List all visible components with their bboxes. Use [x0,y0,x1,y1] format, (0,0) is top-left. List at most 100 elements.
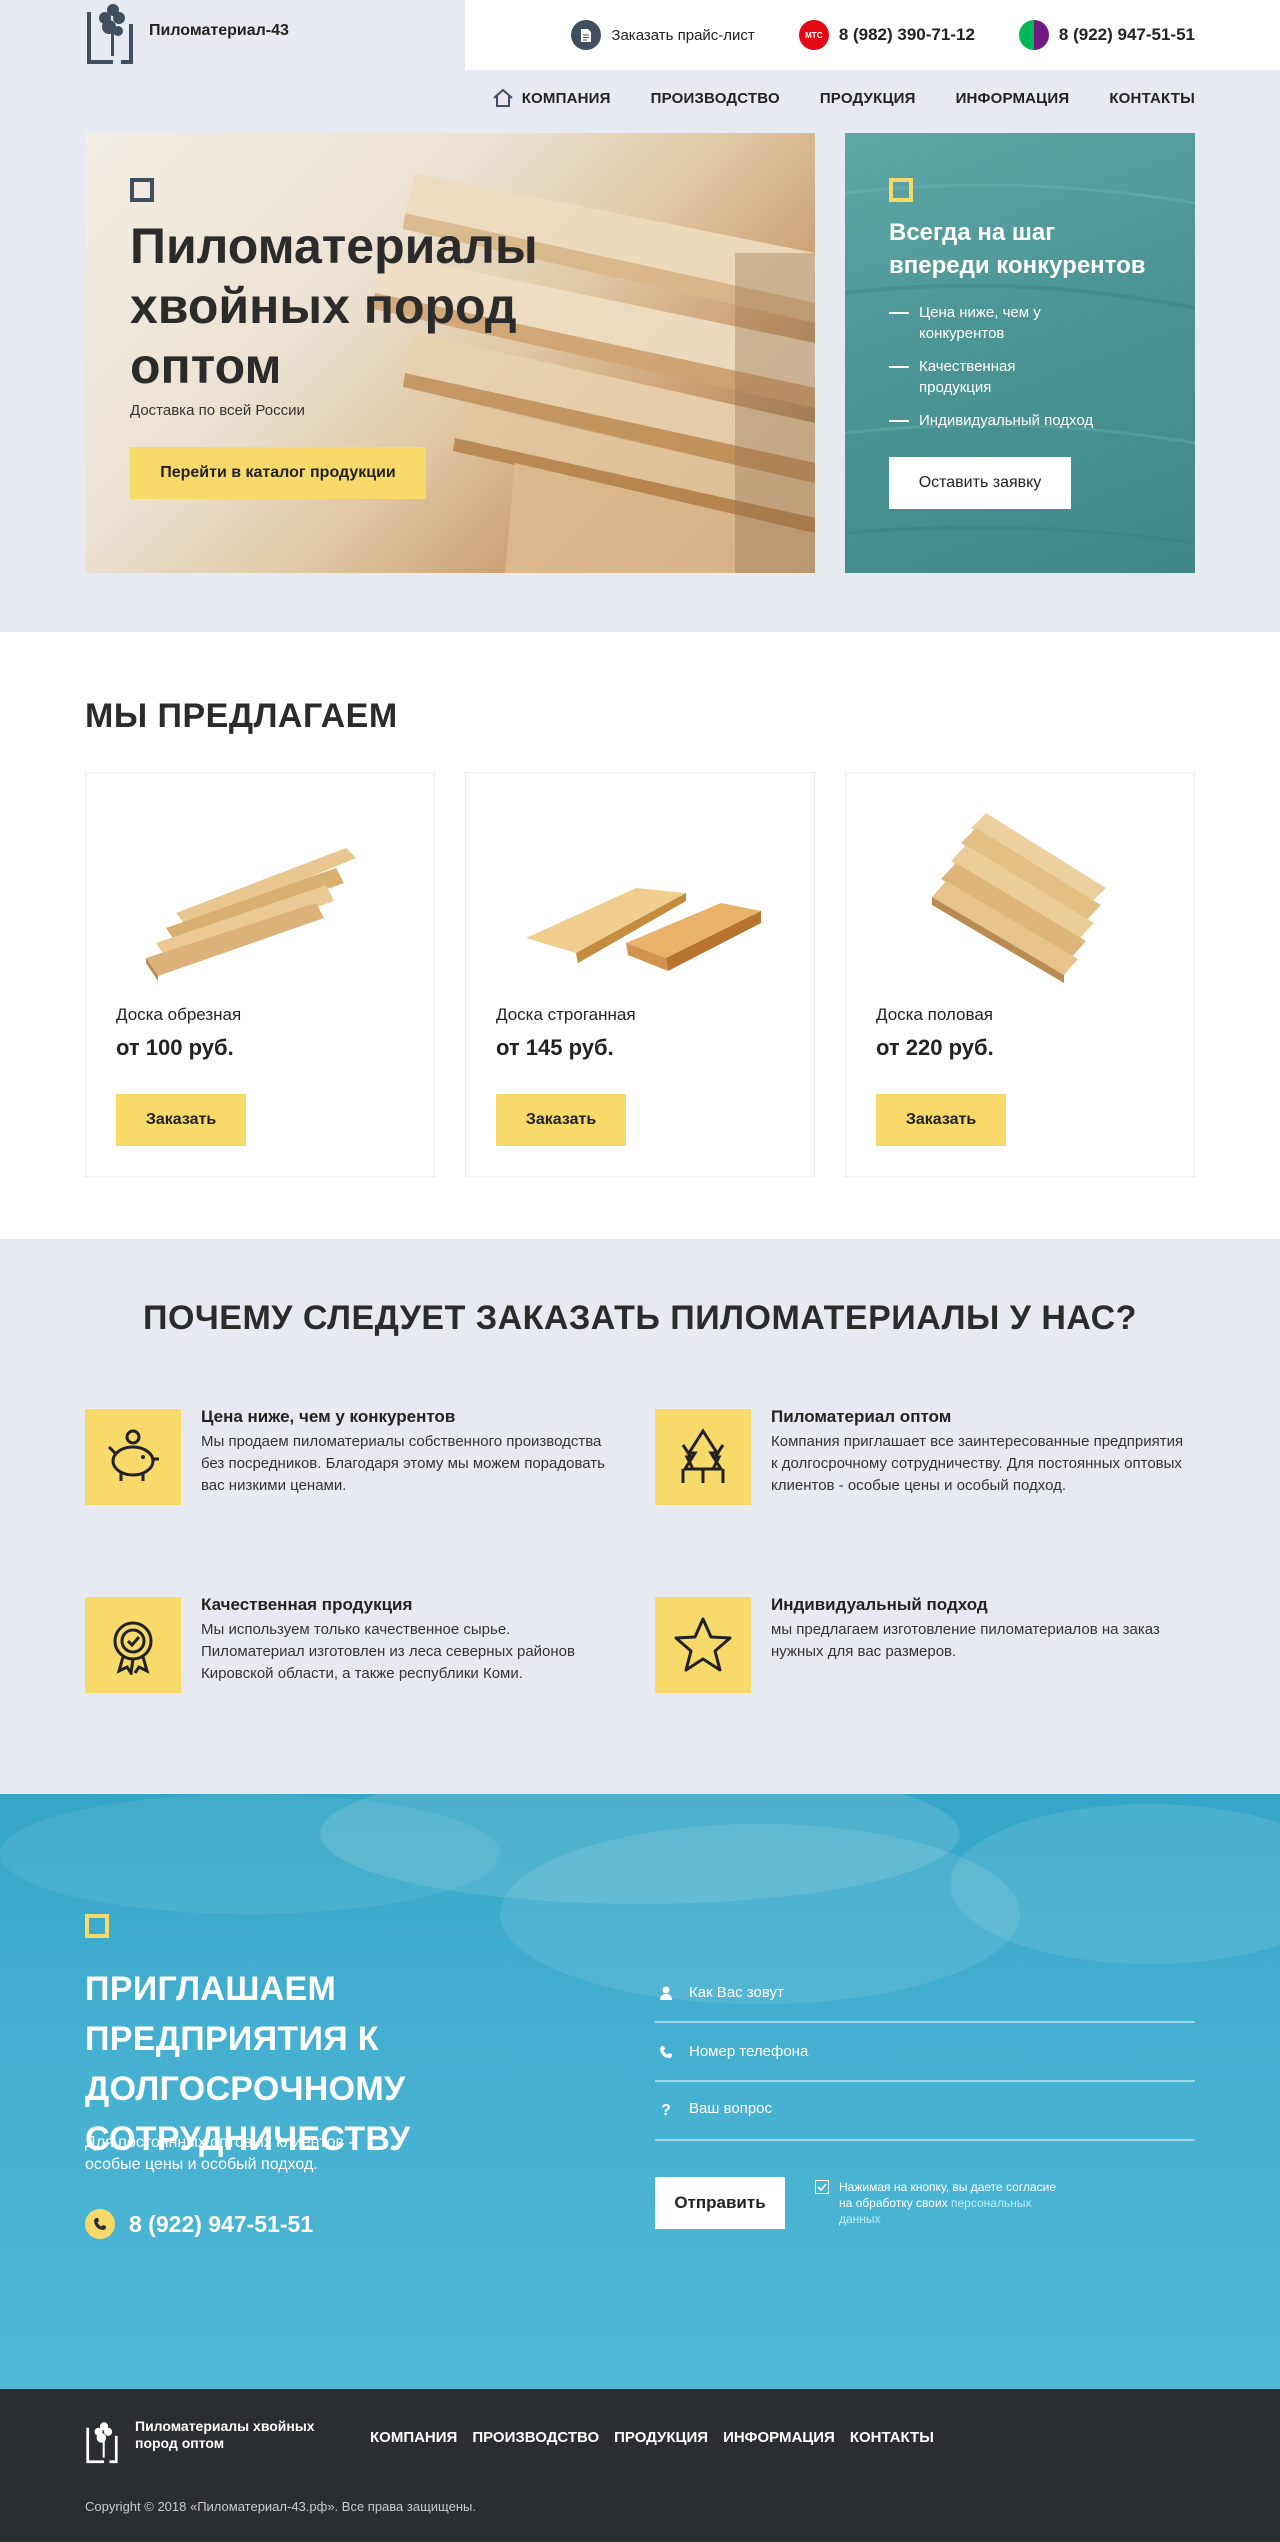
cooperation-phone-link[interactable]: 8 (922) 947-51-51 [85,2209,313,2239]
feature-text: Мы продаем пиломатериалы собственного пр… [201,1433,605,1494]
feature-body: Пиломатериал оптом Компания приглашает в… [771,1407,1185,1505]
tree-logo-icon [86,2422,118,2464]
edged-board-image [146,848,356,981]
document-icon [571,20,602,50]
nav-item-company[interactable]: КОМПАНИЯ [492,88,611,108]
submit-button[interactable]: Отправить [655,2177,785,2229]
advantages-list: Цена ниже, чем у конкурентов Качественна… [889,302,1149,431]
product-name: Доска половая [876,1005,993,1024]
feature-item: Пиломатериал оптом Компания приглашает в… [655,1407,1185,1505]
top-contacts: Заказать прайс-лист МТС 8 (982) 390-71-1… [527,20,1195,50]
list-item: Качественная продукция [889,356,1149,398]
site-logo[interactable]: Пиломатериал-43 [85,2,289,64]
advantage-text: Индивидуальный подход [919,412,1094,429]
footer-logo-text: Пиломатериалы хвойных пород оптом [135,2418,315,2451]
submit-row: Отправить Нажимая на кнопку, вы даете со… [655,2177,1195,2229]
feature-title: Цена ниже, чем у конкурентов [201,1407,456,1426]
footer-nav-contacts[interactable]: КОНТАКТЫ [850,2429,934,2446]
star-icon [655,1597,751,1693]
list-item: Индивидуальный подход [889,410,1149,431]
product-name: Доска обрезная [116,1005,242,1024]
name-input[interactable] [689,1984,1195,2001]
feature-body: Индивидуальный подход мы предлагаем изго… [771,1595,1185,1693]
floor-board-image [932,813,1106,983]
why-us-section: ПОЧЕМУ СЛЕДУЕТ ЗАКАЗАТЬ ПИЛОМАТЕРИАЛЫ У … [0,1239,1280,1794]
footer-nav: КОМПАНИЯ ПРОИЗВОДСТВО ПРОДУКЦИЯ ИНФОРМАЦ… [370,2429,949,2446]
why-us-title: ПОЧЕМУ СЛЕДУЕТ ЗАКАЗАТЬ ПИЛОМАТЕРИАЛЫ У … [143,1299,1137,1337]
top-band: Пиломатериал-43 Заказать прайс-лист МТС … [0,0,1280,632]
phone-megafon-link[interactable]: 8 (922) 947-51-51 [1018,20,1195,50]
footer-nav-company[interactable]: КОМПАНИЯ [370,2429,457,2446]
product-card[interactable]: Доска строганная от 145 руб. Заказать [465,772,815,1177]
name-field-row [655,1964,1195,2023]
feature-body: Цена ниже, чем у конкурентов Мы продаем … [201,1407,615,1505]
feature-item: Цена ниже, чем у конкурентов Мы продаем … [85,1407,615,1505]
phone-megafon: 8 (922) 947-51-51 [1058,25,1195,44]
hero-content: Пиломатериалы хвойных пород оптом Достав… [130,178,550,499]
question-textarea[interactable] [689,2099,1195,2122]
footer-nav-information[interactable]: ИНФОРМАЦИЯ [723,2429,835,2446]
consent-checkbox-label[interactable]: Нажимая на кнопку, вы даете согласие на … [815,2179,1069,2227]
product-card[interactable]: Доска половая от 220 руб. Заказать [845,772,1195,1177]
order-button[interactable]: Заказать [496,1094,626,1146]
request-form: ? Отправить Нажимая на кнопку, вы даете … [655,1964,1195,2229]
quality-badge-icon [85,1597,181,1693]
home-icon [493,88,513,107]
products-section: МЫ ПРЕДЛАГАЕМ Доска обрезная от 100 руб.… [0,632,1280,1239]
decor-square [889,178,913,202]
hero-title: Пиломатериалы хвойных пород оптом [130,218,538,394]
cooperation-phone: 8 (922) 947-51-51 [129,2210,314,2237]
planed-board-image [526,888,761,971]
feature-title: Пиломатериал оптом [771,1407,952,1426]
hero-subtitle: Доставка по всей России [130,402,305,419]
product-name: Доска строганная [496,1005,636,1024]
tree-logo-icon [87,4,133,64]
product-price: от 220 руб. [876,1035,994,1060]
catalog-button[interactable]: Перейти в каталог продукции [130,447,426,499]
phone-field-row [655,2023,1195,2082]
nav-item-information[interactable]: ИНФОРМАЦИЯ [956,90,1070,107]
piggy-bank-icon [85,1409,181,1505]
advantages-panel: Всегда на шаг впереди конкурентов Цена н… [845,133,1195,573]
footer-nav-production[interactable]: ПРОИЗВОДСТВО [472,2429,599,2446]
footer-nav-products[interactable]: ПРОДУКЦИЯ [614,2429,708,2446]
product-price: от 100 руб. [116,1035,234,1060]
megafon-logo-icon [1018,20,1049,50]
advantages-content: Всегда на шаг впереди конкурентов Цена н… [889,178,1149,509]
mts-logo-icon: МТС [798,20,829,50]
product-cards: Доска обрезная от 100 руб. Заказать Доск… [85,772,1195,1177]
logo-text: Пиломатериал-43 [149,22,289,39]
nav-item-label: КОМПАНИЯ [521,89,611,107]
feature-item: Индивидуальный подход мы предлагаем изго… [655,1595,1185,1693]
feature-text: Компания приглашает все заинтересованные… [771,1433,1184,1494]
phone-mts: 8 (982) 390-71-12 [838,25,975,44]
product-card[interactable]: Доска обрезная от 100 руб. Заказать [85,772,435,1177]
hero-banner: Пиломатериалы хвойных пород оптом Достав… [85,133,815,573]
phone-icon [85,2209,115,2239]
order-button[interactable]: Заказать [116,1094,246,1146]
main-nav: КОМПАНИЯ ПРОИЗВОДСТВО ПРОДУКЦИЯ ИНФОРМАЦ… [492,88,1195,108]
product-price: от 145 руб. [496,1035,614,1060]
consent-text-wrap: Нажимая на кнопку, вы даете согласие на … [839,2179,1069,2227]
copyright: Copyright © 2018 «Пиломатериал-43.рф». В… [85,2499,476,2514]
user-icon [655,1986,677,2000]
phone-input[interactable] [689,2043,1195,2060]
advantage-text: Качественная продукция [919,358,1016,396]
feature-body: Качественная продукция Мы используем тол… [201,1595,615,1693]
order-button[interactable]: Заказать [876,1094,1006,1146]
feature-title: Индивидуальный подход [771,1595,988,1614]
question-mark-icon: ? [661,2101,671,2119]
footer: Пиломатериалы хвойных пород оптом КОМПАН… [0,2389,1280,2542]
price-list-link[interactable]: Заказать прайс-лист [571,20,755,50]
consent-checkbox[interactable] [815,2180,829,2194]
nav-item-products[interactable]: ПРОДУКЦИЯ [820,90,916,107]
decor-square [130,178,154,202]
footer-logo[interactable]: Пиломатериалы хвойных пород оптом [85,2411,315,2473]
leave-request-button[interactable]: Оставить заявку [889,457,1071,509]
phone-icon [655,2045,677,2059]
nav-item-contacts[interactable]: КОНТАКТЫ [1109,90,1195,107]
nav-item-production[interactable]: ПРОИЗВОДСТВО [651,90,780,107]
feature-text: Мы используем только качественное сырье.… [201,1621,575,1682]
phone-mts-link[interactable]: МТС 8 (982) 390-71-12 [798,20,975,50]
feature-text: мы предлагаем изготовление пиломатериало… [771,1621,1160,1660]
